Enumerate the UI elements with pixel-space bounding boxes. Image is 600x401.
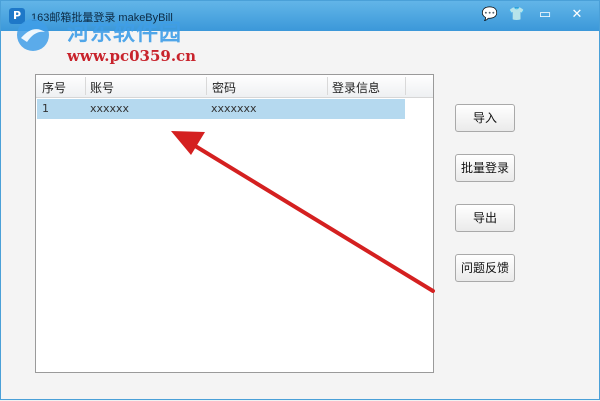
main-window: P 163邮箱批量登录 makeByBill 💬 👕 ▭ ✕ 河东软件园 www… <box>0 0 600 400</box>
annotation-arrow-icon <box>171 131 435 293</box>
